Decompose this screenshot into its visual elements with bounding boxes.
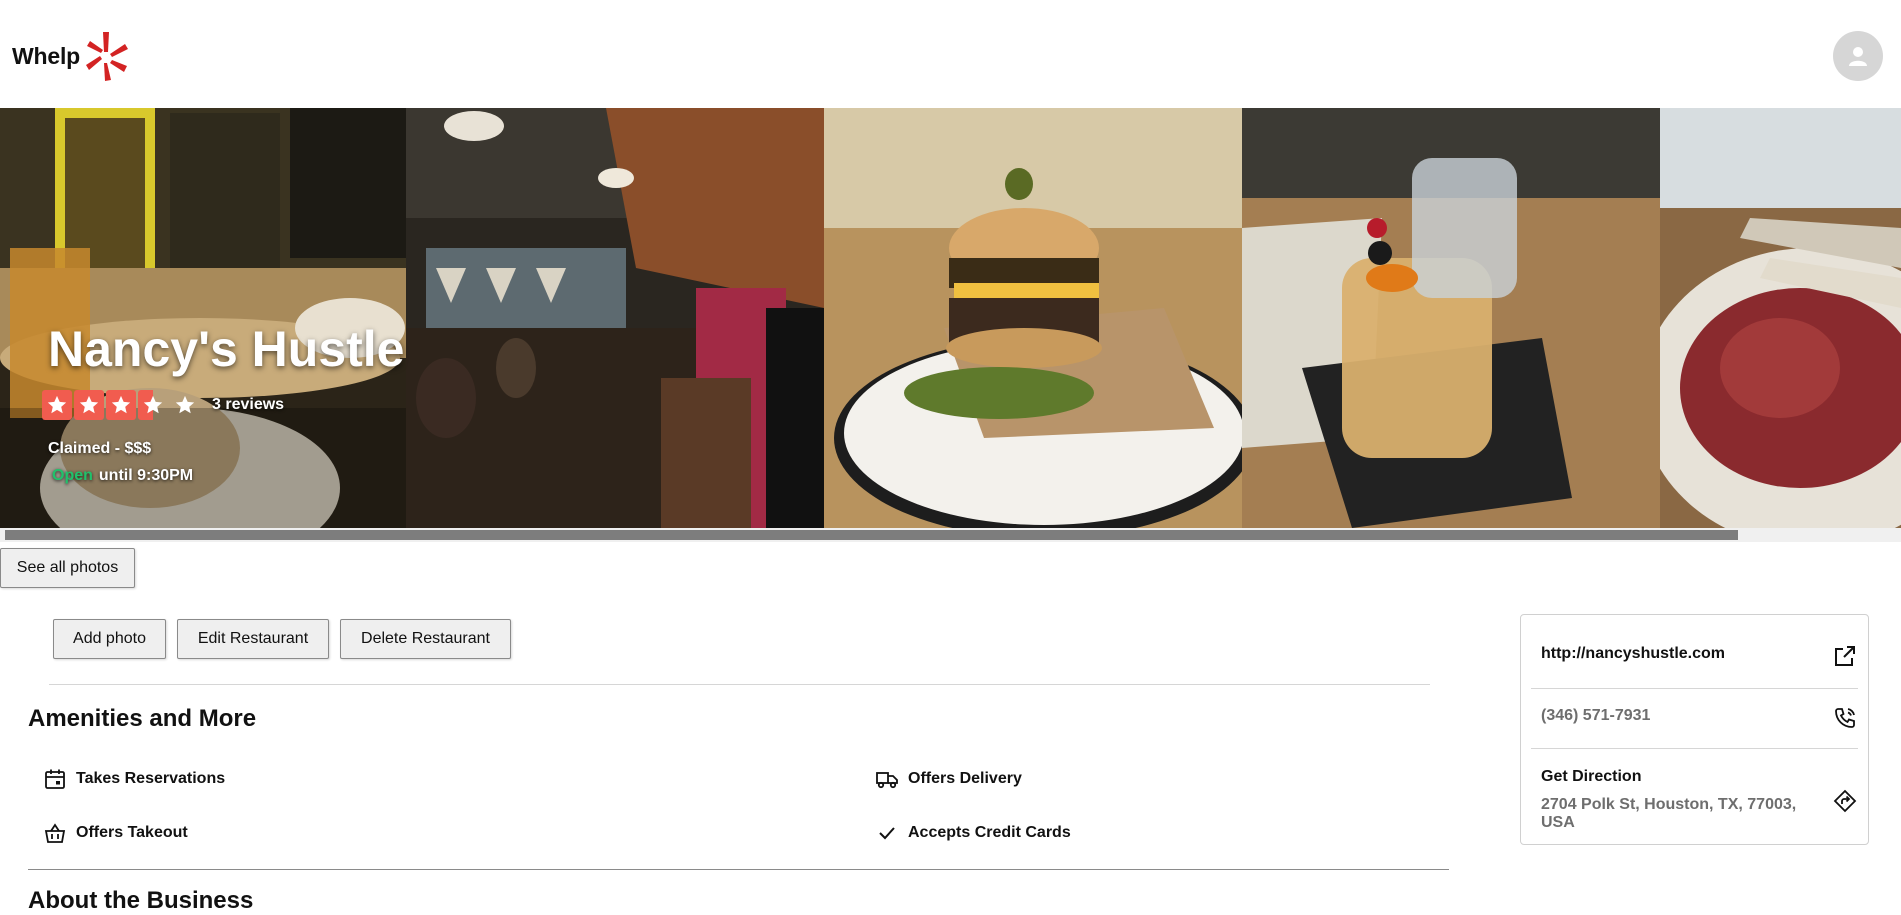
burst-logo-icon	[86, 32, 128, 81]
see-all-photos-button[interactable]: See all photos	[0, 548, 135, 588]
amenity-offers-delivery: Offers Delivery	[874, 766, 1022, 792]
delete-restaurant-button[interactable]: Delete Restaurant	[340, 619, 511, 659]
business-address: 2704 Polk St, Houston, TX, 77003, USA	[1541, 796, 1797, 831]
whelp-logo[interactable]: Whelp	[12, 30, 129, 82]
amenity-takes-reservations: Takes Reservations	[42, 766, 225, 792]
about-business-title: About the Business	[28, 887, 254, 914]
amenity-label: Offers Takeout	[76, 824, 188, 841]
get-direction-title[interactable]: Get Direction	[1541, 768, 1641, 786]
phone-number: (346) 571-7931	[1541, 707, 1651, 724]
website-link[interactable]: http://nancyshustle.com	[1541, 645, 1725, 663]
add-photo-button[interactable]: Add photo	[53, 619, 166, 659]
external-link-icon[interactable]	[1833, 644, 1857, 668]
amenities-title: Amenities and More	[28, 705, 257, 732]
calendar-icon	[42, 766, 68, 792]
scrollbar-thumb[interactable]	[5, 530, 1738, 540]
divider	[49, 684, 1430, 685]
photo-bar-interior[interactable]	[0, 108, 406, 528]
delivery-truck-icon	[874, 766, 900, 792]
checkmark-icon	[874, 820, 900, 846]
logo-text: Whelp	[12, 42, 80, 69]
user-avatar[interactable]	[1833, 31, 1883, 81]
photo-dish[interactable]	[1660, 108, 1901, 528]
business-info-card: http://nancyshustle.com (346) 571-7931 G…	[1520, 614, 1869, 845]
amenity-offers-takeout: Offers Takeout	[42, 820, 188, 846]
basket-icon	[42, 820, 68, 846]
amenity-label: Offers Delivery	[908, 770, 1022, 787]
photo-cocktail[interactable]	[1242, 108, 1660, 528]
gallery-scrollbar[interactable]	[0, 528, 1901, 542]
amenity-accepts-credit-cards: Accepts Credit Cards	[874, 820, 1071, 846]
user-icon	[1849, 47, 1867, 66]
photo-gallery[interactable]	[0, 108, 1901, 528]
divider	[28, 869, 1449, 870]
amenity-label: Accepts Credit Cards	[908, 824, 1071, 841]
directions-icon[interactable]	[1833, 789, 1857, 813]
divider	[1531, 688, 1858, 689]
photo-restaurant-interior[interactable]	[406, 108, 824, 528]
edit-restaurant-button[interactable]: Edit Restaurant	[177, 619, 329, 659]
divider	[1531, 748, 1858, 749]
top-header: Whelp	[0, 0, 1901, 108]
amenity-label: Takes Reservations	[76, 770, 226, 787]
phone-icon[interactable]	[1833, 706, 1857, 730]
photo-burger[interactable]	[824, 108, 1242, 528]
